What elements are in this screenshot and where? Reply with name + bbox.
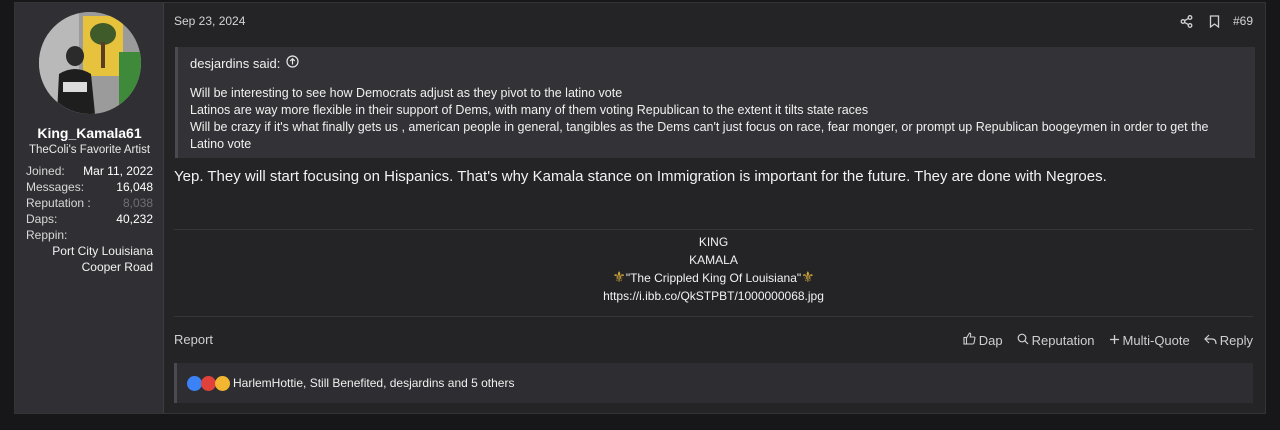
reaction-icons xyxy=(187,375,230,391)
message-body: Yep. They will start focusing on Hispani… xyxy=(174,168,1107,185)
stat-value: 8,038 xyxy=(122,196,153,210)
dap-button[interactable]: Dap xyxy=(963,332,1003,348)
signature: KING KAMALA ⚜"The Crippled King Of Louis… xyxy=(174,234,1253,305)
post-number[interactable]: #69 xyxy=(1233,14,1253,28)
stat-label: Reputation : xyxy=(26,196,91,210)
stat-label: Joined: xyxy=(26,164,65,178)
like-reaction-icon xyxy=(187,375,202,391)
multi-quote-label: Multi-Quote xyxy=(1122,332,1190,348)
post-main: Sep 23, 2024 #69 desjardins said: Will b… xyxy=(164,3,1265,413)
multi-quote-button[interactable]: Multi-Quote xyxy=(1109,332,1190,348)
share-icon[interactable] xyxy=(1173,12,1201,30)
reply-label: Reply xyxy=(1219,332,1253,348)
fleur-de-lis-icon: ⚜ xyxy=(801,269,815,286)
confused-reaction-icon xyxy=(215,375,230,391)
dap-label: Dap xyxy=(978,332,1003,348)
user-title: TheColi's Favorite Artist xyxy=(28,144,151,156)
signature-line: ⚜"The Crippled King Of Louisiana"⚜ xyxy=(174,269,1253,288)
user-sidebar: King_Kamala61 TheColi's Favorite Artist … xyxy=(15,3,164,413)
stat-messages: Messages: 16,048 xyxy=(26,179,153,195)
stat-reputation: Reputation : 8,038 xyxy=(26,195,153,211)
post-header-actions: #69 xyxy=(1173,12,1253,30)
signature-quote: "The Crippled King Of Louisiana" xyxy=(625,271,802,285)
stat-label: Messages: xyxy=(26,180,85,194)
quote-line: Will be interesting to see how Democrats… xyxy=(190,86,623,100)
reppin-line: Cooper Road xyxy=(81,260,153,274)
plus-icon xyxy=(1109,333,1120,348)
stat-value[interactable]: 16,048 xyxy=(116,179,153,195)
reactions-bar[interactable]: HarlemHottie, Still Benefited, desjardin… xyxy=(174,363,1253,403)
signature-line: KAMALA xyxy=(689,252,738,267)
quote-line: Latinos are way more flexible in their s… xyxy=(190,103,869,117)
stat-value: Mar 11, 2022 xyxy=(83,164,153,178)
quote-line: Latino vote xyxy=(190,137,252,151)
stat-label: Reppin: xyxy=(26,228,68,242)
quote-body: Will be interesting to see how Democrats… xyxy=(190,85,1243,153)
reputation-label: Reputation xyxy=(1031,332,1095,348)
stat-label: Daps: xyxy=(26,212,58,226)
search-icon xyxy=(1017,333,1029,348)
stat-joined: Joined: Mar 11, 2022 xyxy=(26,163,153,179)
signature-link[interactable]: https://i.ibb.co/QkSTPBT/1000000068.jpg xyxy=(174,288,1253,306)
arrow-up-circle-icon[interactable] xyxy=(286,55,299,71)
reactions-text[interactable]: HarlemHottie, Still Benefited, desjardin… xyxy=(233,376,514,390)
username[interactable]: King_Kamala61 xyxy=(15,125,164,141)
reppin-line: Port City Louisiana xyxy=(52,244,153,258)
quote-line: Will be crazy if it's what finally gets … xyxy=(190,120,1209,134)
post-actions: Dap Reputation Multi-Quote Reply xyxy=(963,332,1253,348)
fleur-de-lis-icon: ⚜ xyxy=(612,269,626,286)
thumbs-up-icon xyxy=(963,332,976,348)
reputation-button[interactable]: Reputation xyxy=(1017,332,1095,348)
footer-divider xyxy=(174,316,1253,317)
user-stats: Joined: Mar 11, 2022 Messages: 16,048 Re… xyxy=(26,163,153,275)
quote-block: desjardins said: Will be interesting to … xyxy=(175,47,1255,158)
bookmark-icon[interactable] xyxy=(1201,12,1229,30)
avatar[interactable] xyxy=(39,12,141,114)
quote-header[interactable]: desjardins said: xyxy=(190,55,299,71)
signature-line: KING xyxy=(698,235,729,249)
signature-divider xyxy=(174,229,1253,230)
reply-button[interactable]: Reply xyxy=(1203,332,1253,348)
forum-post: King_Kamala61 TheColi's Favorite Artist … xyxy=(14,2,1266,414)
stat-daps: Daps: 40,232 xyxy=(26,211,153,227)
quote-author[interactable]: desjardins said: xyxy=(190,56,280,71)
stat-value: 40,232 xyxy=(116,212,153,226)
stat-reppin: Reppin: xyxy=(26,227,153,243)
report-link[interactable]: Report xyxy=(174,332,213,347)
reply-icon xyxy=(1203,333,1217,348)
angry-reaction-icon xyxy=(201,375,216,391)
post-date[interactable]: Sep 23, 2024 xyxy=(174,14,245,28)
